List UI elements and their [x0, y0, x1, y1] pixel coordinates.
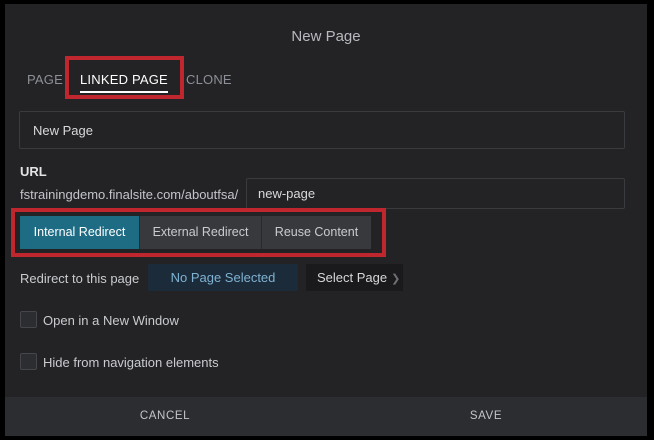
tab-page[interactable]: PAGE: [27, 72, 63, 87]
redirect-label: Redirect to this page: [20, 271, 140, 286]
dialog-footer: CANCEL SAVE: [5, 397, 647, 436]
redirect-type-highlight-box: [11, 208, 386, 257]
select-page-label: Select Page: [317, 270, 388, 285]
open-new-window-checkbox[interactable]: [20, 311, 37, 328]
page-title-input[interactable]: [19, 111, 625, 149]
select-page-button[interactable]: Select Page ❯: [306, 264, 403, 291]
save-button[interactable]: SAVE: [325, 397, 647, 436]
url-prefix: fstrainingdemo.finalsite.com/aboutfsa/: [20, 187, 239, 202]
chevron-right-icon: ❯: [391, 273, 401, 285]
url-label: URL: [20, 164, 47, 179]
tab-highlight-box: [65, 56, 184, 99]
cancel-button[interactable]: CANCEL: [5, 397, 325, 436]
hide-from-nav-label[interactable]: Hide from navigation elements: [43, 355, 219, 370]
selected-page-display: No Page Selected: [148, 264, 298, 291]
open-new-window-label[interactable]: Open in a New Window: [43, 313, 179, 328]
new-page-dialog: New Page PAGE LINKED PAGE CLONE URL fstr…: [5, 4, 647, 436]
url-slug-input[interactable]: [246, 178, 625, 209]
tab-clone[interactable]: CLONE: [186, 72, 232, 87]
dialog-title: New Page: [291, 28, 361, 45]
hide-from-nav-checkbox[interactable]: [20, 353, 37, 370]
